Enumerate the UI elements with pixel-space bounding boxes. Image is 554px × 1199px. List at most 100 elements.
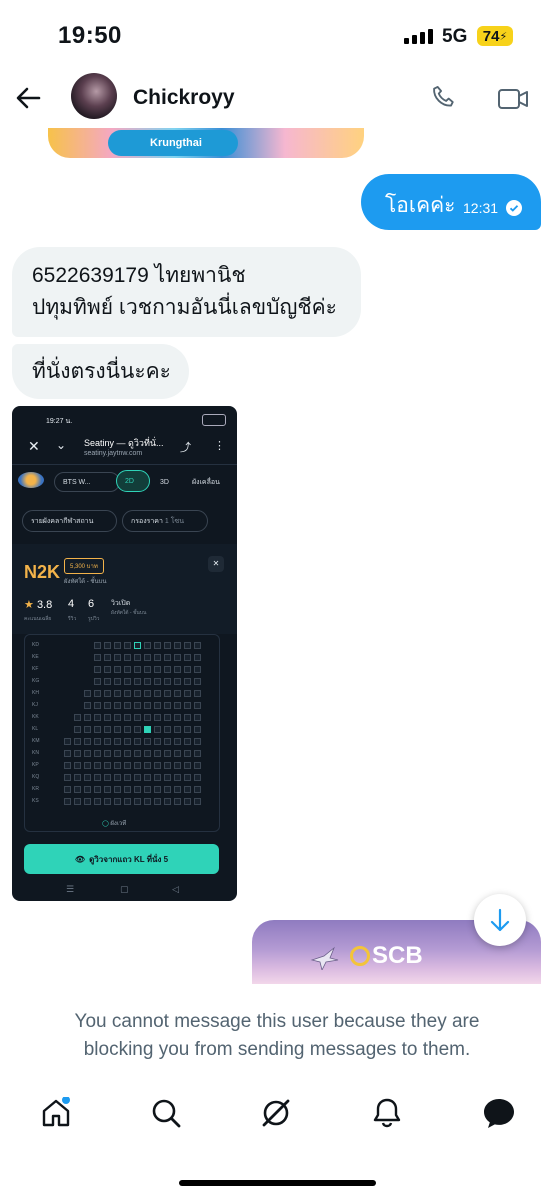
shot-row-label: KK [32, 714, 39, 720]
seat-map-screenshot-image[interactable]: 19:27 น. ✕ ⌄ Seatiny — ดูวิวที่นั่... se… [12, 406, 237, 901]
krungthai-banner-image[interactable]: Krungthai [48, 128, 364, 158]
shot-seat [144, 654, 151, 661]
shot-seat [184, 738, 191, 745]
shot-seat [174, 654, 181, 661]
shot-seat [164, 666, 171, 673]
arrow-down-icon [490, 908, 510, 932]
shot-lbl-reviews: รีวิว [68, 616, 77, 622]
network-label: 5G [442, 26, 468, 47]
shot-seat [134, 738, 141, 745]
shot-seat [174, 726, 181, 733]
shot-divider [12, 464, 237, 465]
shot-seat [134, 690, 141, 697]
shot-lbl-photos: รูปวิว [88, 616, 100, 622]
shot-battery-icon [202, 414, 226, 426]
shot-seat [94, 654, 101, 661]
shot-seat [154, 762, 161, 769]
battery-icon: 74 ⚡ [477, 26, 513, 46]
shot-seat [134, 678, 141, 685]
shot-seat [194, 750, 201, 757]
shot-seat [94, 786, 101, 793]
shot-seat [164, 678, 171, 685]
shot-seat [164, 654, 171, 661]
shot-seat [134, 642, 141, 649]
shot-seat [104, 690, 111, 697]
shot-seat [84, 702, 91, 709]
read-check-icon [506, 200, 522, 216]
shot-row-label: KL [32, 726, 39, 732]
shot-chip-fav: ผังเคลื่อน [192, 478, 220, 486]
shot-seat [94, 798, 101, 805]
shot-row-label: KE [32, 654, 39, 660]
arrow-left-icon[interactable] [14, 84, 42, 117]
shot-zone-code: N2K [24, 562, 61, 582]
shot-seat [144, 642, 151, 649]
shot-seat [94, 666, 101, 673]
shot-seat [124, 750, 131, 757]
scroll-down-button[interactable] [474, 894, 526, 946]
bird-icon [310, 946, 340, 972]
home-icon[interactable] [40, 1096, 72, 1134]
shot-seat [174, 786, 181, 793]
shot-seat [64, 798, 71, 805]
shot-seat [94, 738, 101, 745]
avatar[interactable] [71, 73, 117, 119]
shot-seat [164, 774, 171, 781]
shot-close-icon: ✕ [28, 438, 40, 454]
bell-icon[interactable] [371, 1097, 403, 1134]
phone-icon[interactable] [430, 84, 458, 117]
status-time: 19:50 [58, 22, 122, 49]
video-icon[interactable] [497, 86, 529, 117]
shot-seat [184, 666, 191, 673]
shot-seat [84, 798, 91, 805]
outgoing-message[interactable]: โอเคค่ะ 12:31 [361, 174, 541, 230]
shot-url: seatiny.jaytnw.com [84, 450, 143, 457]
signal-icon [404, 29, 433, 44]
shot-seat [184, 642, 191, 649]
shot-seat [194, 654, 201, 661]
shot-zone-desc: ผังทัศใต้ - ชั้นบน [64, 579, 107, 585]
shot-seat [184, 726, 191, 733]
shot-seat [194, 774, 201, 781]
shot-seat [164, 762, 171, 769]
shot-seat [144, 690, 151, 697]
search-icon[interactable] [150, 1097, 182, 1134]
shot-seat [174, 702, 181, 709]
shot-seat [74, 726, 81, 733]
shot-seat [194, 702, 201, 709]
shot-seat [154, 666, 161, 673]
shot-seat [104, 798, 111, 805]
shot-row-label: KM [32, 738, 40, 744]
incoming-message[interactable]: 6522639179 ไทยพานิช ปทุมทิพย์ เวชกามอันน… [12, 247, 361, 337]
shot-seat [74, 798, 81, 805]
conversation-username[interactable]: Chickroyy [133, 86, 235, 110]
incoming-message[interactable]: ที่นั่งตรงนี่นะคะ [12, 344, 189, 399]
shot-seat [124, 678, 131, 685]
shot-seat [94, 678, 101, 685]
shot-seat [64, 774, 71, 781]
shot-seat [104, 714, 111, 721]
shot-seat [134, 726, 141, 733]
shot-seat [184, 774, 191, 781]
shot-seat [114, 654, 121, 661]
shot-seat [194, 690, 201, 697]
messages-icon[interactable] [482, 1097, 516, 1134]
shot-row-label: KQ [32, 774, 40, 780]
grok-icon[interactable] [260, 1097, 292, 1134]
shot-seat [74, 714, 81, 721]
shot-seat [124, 738, 131, 745]
shot-seat [84, 774, 91, 781]
shot-seat [164, 702, 171, 709]
shot-seat [154, 750, 161, 757]
shot-seat [144, 774, 151, 781]
shot-seat [94, 702, 101, 709]
shot-seat [174, 798, 181, 805]
shot-seat [94, 750, 101, 757]
shot-seat [74, 738, 81, 745]
shot-seat [194, 678, 201, 685]
shot-seat [174, 762, 181, 769]
shot-seat [184, 654, 191, 661]
shot-seat [144, 678, 151, 685]
shot-chip-3d: 3D [160, 478, 169, 486]
home-indicator [179, 1180, 376, 1186]
